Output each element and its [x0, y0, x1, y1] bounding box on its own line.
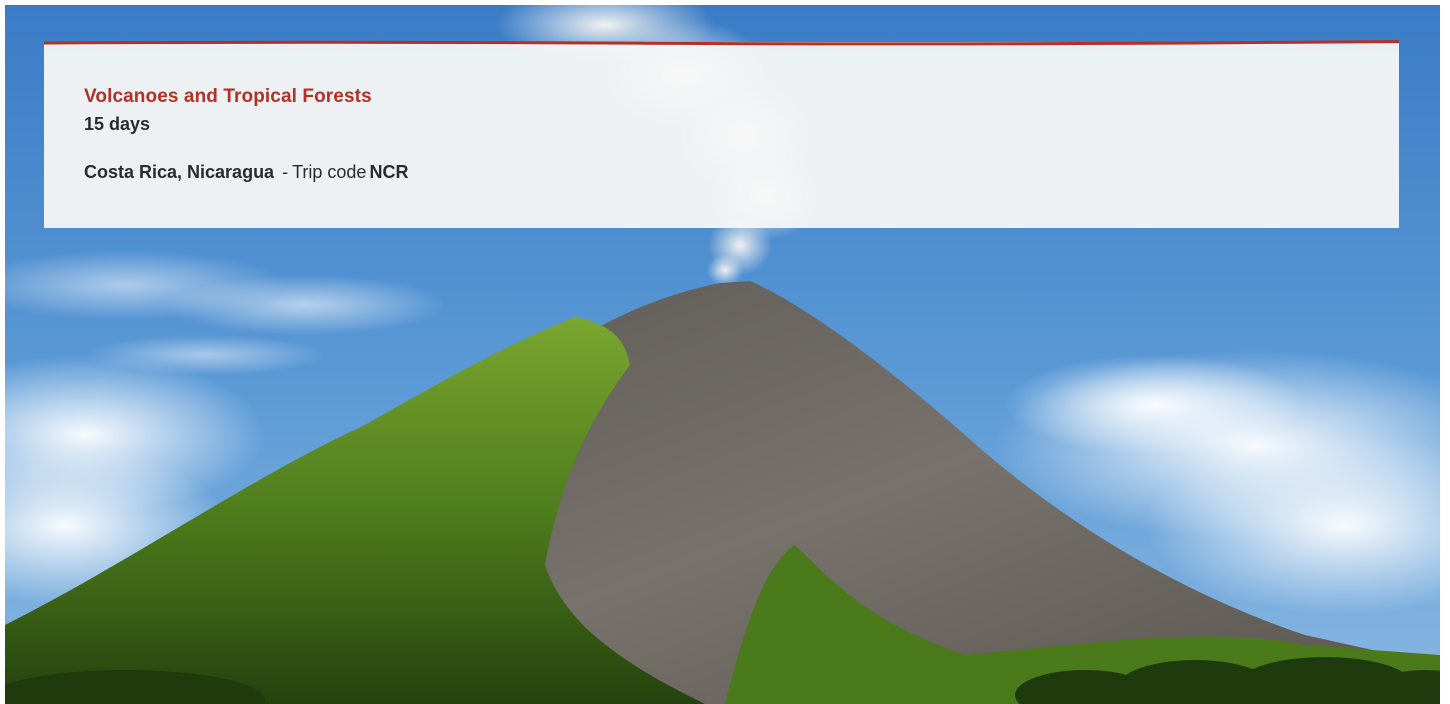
trip-destinations: Costa Rica, Nicaragua: [84, 162, 275, 182]
accent-rule: [44, 40, 1399, 46]
trip-title: Volcanoes and Tropical Forests: [84, 86, 372, 107]
trip-duration: 15 days: [84, 114, 151, 134]
trip-info-panel: Volcanoes and Tropical Forests 15 days C…: [44, 40, 1399, 228]
meta-separator: -: [282, 162, 289, 182]
trip-meta: Costa Rica, Nicaragua - Trip code NCR: [84, 162, 408, 183]
trip-code-label: Trip code: [292, 162, 367, 182]
trip-code-value: NCR: [369, 162, 409, 182]
